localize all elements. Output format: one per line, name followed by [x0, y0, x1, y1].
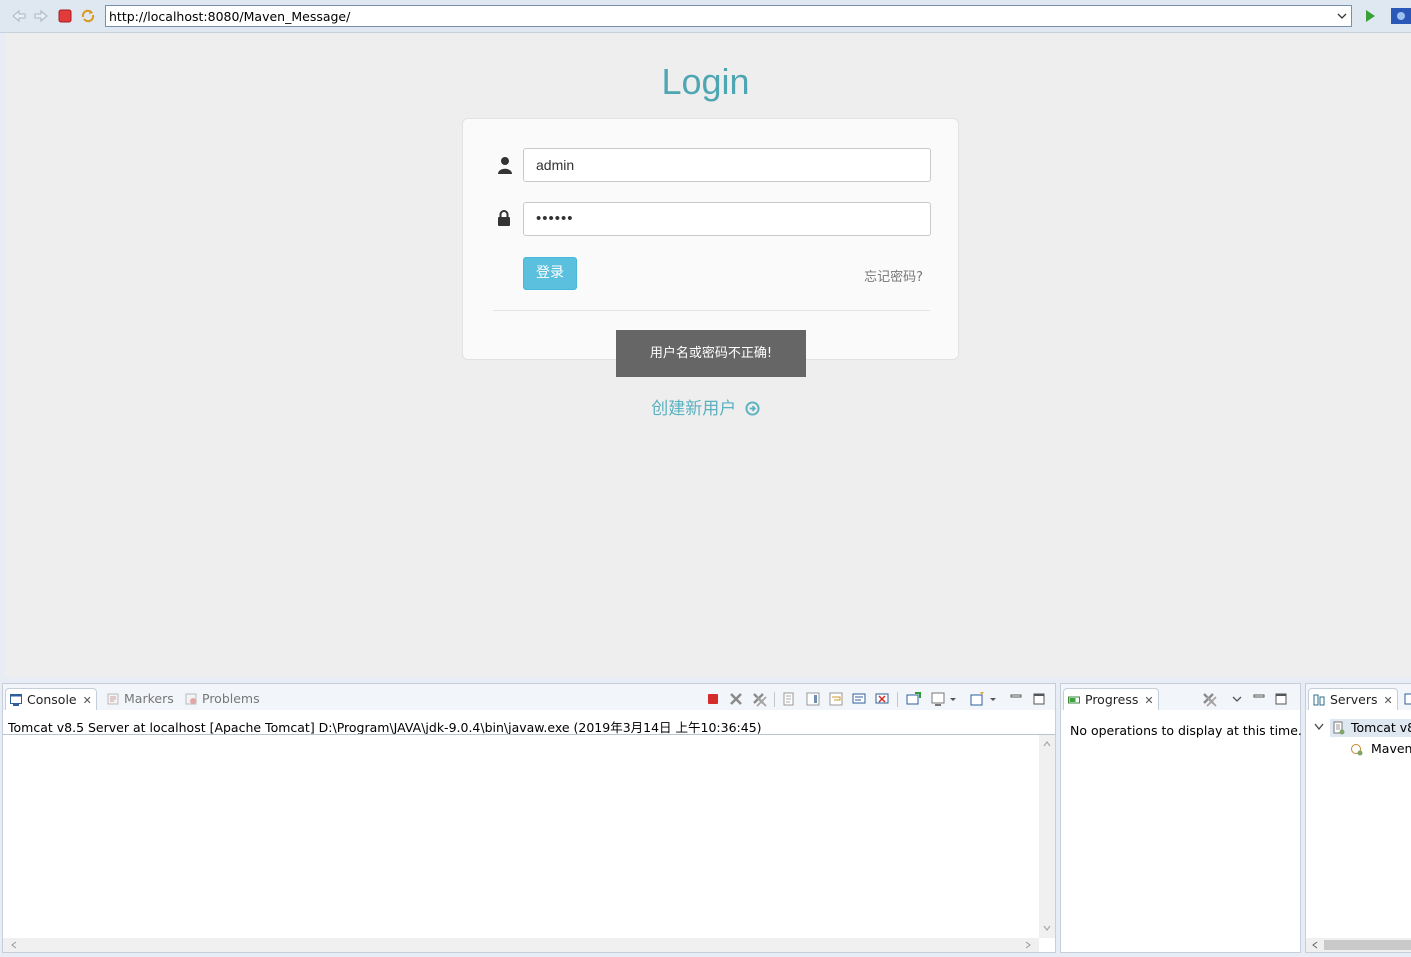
chevron-down-icon[interactable]: [1314, 723, 1324, 731]
console-divider: [3, 734, 1055, 735]
display-console-icon[interactable]: [930, 691, 946, 707]
refresh-icon[interactable]: [80, 8, 96, 24]
tab-console[interactable]: Console ✕: [5, 688, 97, 710]
terminate-icon[interactable]: [705, 691, 721, 707]
server-tree-item[interactable]: Tomcat v8: [1314, 719, 1411, 737]
tab-markers-label: Markers: [124, 691, 174, 706]
show-on-error-icon[interactable]: [874, 691, 890, 707]
go-icon[interactable]: [1362, 8, 1378, 24]
vertical-scrollbar[interactable]: [1039, 735, 1055, 938]
close-icon[interactable]: ✕: [83, 694, 92, 707]
word-wrap-icon[interactable]: [828, 691, 844, 707]
remove-all-finished-icon[interactable]: [1201, 691, 1217, 707]
toolbar-divider: [897, 692, 898, 707]
toolbar-divider: [774, 692, 775, 707]
login-button[interactable]: 登录: [523, 257, 577, 290]
progress-tabbar: Progress ✕: [1061, 684, 1300, 710]
login-title: Login: [661, 61, 750, 102]
console-icon: [10, 694, 22, 706]
url-field[interactable]: http://localhost:8080/Maven_Message/: [105, 5, 1352, 27]
module-label[interactable]: Maven_: [1371, 741, 1411, 756]
web-page: Login admin •••••• 登录 忘记密码? 用户名或密码不正确! 创…: [5, 33, 1411, 677]
minimize-icon[interactable]: [1008, 691, 1024, 707]
scroll-lock-icon[interactable]: [805, 691, 821, 707]
servers-panel: Servers ✕ Tomcat v8 Maven_: [1305, 683, 1411, 953]
scroll-thumb[interactable]: [1324, 940, 1411, 950]
scroll-left-icon[interactable]: [1312, 941, 1318, 949]
tab-progress[interactable]: Progress ✕: [1063, 688, 1159, 710]
close-icon[interactable]: ✕: [1144, 694, 1153, 707]
maximize-icon[interactable]: [1273, 691, 1289, 707]
user-icon: [498, 157, 512, 174]
tab-servers[interactable]: Servers ✕: [1308, 688, 1398, 710]
scroll-up-icon[interactable]: [1043, 741, 1051, 747]
card-divider: [493, 310, 930, 311]
tab-progress-label: Progress: [1085, 692, 1139, 707]
server-label[interactable]: Tomcat v8: [1351, 720, 1411, 735]
scroll-down-icon[interactable]: [1043, 925, 1051, 931]
chevron-down-icon[interactable]: [948, 691, 958, 707]
chevron-down-icon[interactable]: [988, 691, 998, 707]
servers-tabbar: Servers ✕: [1306, 684, 1411, 710]
console-panel: Console ✕ Markers Problems Tomcat v8.5 S…: [2, 683, 1056, 953]
maximize-icon[interactable]: [1031, 691, 1047, 707]
close-icon[interactable]: ✕: [1384, 694, 1393, 707]
module-tree-item[interactable]: Maven_: [1350, 740, 1411, 758]
password-field[interactable]: ••••••: [523, 202, 931, 236]
progress-icon: [1068, 696, 1080, 704]
console-tabbar: Console ✕ Markers Problems: [3, 684, 1055, 710]
remove-all-icon[interactable]: [751, 691, 767, 707]
pin-console-icon[interactable]: [905, 691, 921, 707]
servers-icon: [1313, 694, 1325, 706]
markers-icon: [107, 693, 119, 705]
remove-launch-icon[interactable]: [728, 691, 744, 707]
username-field[interactable]: admin: [523, 148, 931, 182]
forgot-password-link[interactable]: 忘记密码?: [864, 266, 923, 285]
horizontal-scrollbar[interactable]: [3, 938, 1039, 952]
create-user-link[interactable]: 创建新用户: [0, 394, 1411, 419]
lock-icon: [498, 210, 510, 226]
browser-toolbar: http://localhost:8080/Maven_Message/: [0, 0, 1411, 33]
module-icon: [1351, 744, 1363, 756]
tab-problems-label: Problems: [202, 691, 260, 706]
chevron-down-icon[interactable]: [1335, 8, 1349, 24]
browser-logo-icon: [1391, 8, 1411, 24]
tab-problems[interactable]: Problems: [185, 688, 260, 710]
arrow-circle-right-icon[interactable]: [745, 401, 760, 416]
scroll-right-icon[interactable]: [1025, 941, 1031, 949]
progress-message: No operations to display at this time.: [1070, 723, 1302, 738]
ide-bottom-area: Console ✕ Markers Problems Tomcat v8.5 S…: [0, 678, 1411, 957]
problems-icon: [185, 693, 197, 705]
tomcat-server-icon: [1333, 721, 1345, 735]
forward-arrow-icon[interactable]: [33, 8, 49, 24]
url-text[interactable]: http://localhost:8080/Maven_Message/: [109, 9, 350, 24]
stop-icon[interactable]: [57, 8, 73, 24]
overflow-tab-icon[interactable]: [1404, 691, 1411, 707]
open-console-icon[interactable]: [969, 691, 985, 707]
tab-markers[interactable]: Markers: [107, 688, 174, 710]
show-on-output-icon[interactable]: [851, 691, 867, 707]
error-toast: 用户名或密码不正确!: [616, 330, 806, 377]
horizontal-scrollbar[interactable]: [1306, 938, 1411, 952]
tab-servers-label: Servers: [1330, 692, 1378, 707]
minimize-icon[interactable]: [1251, 691, 1267, 707]
back-arrow-icon[interactable]: [11, 8, 27, 24]
login-card: admin •••••• 登录 忘记密码?: [462, 118, 959, 360]
progress-panel: Progress ✕ No operations to display at th…: [1060, 683, 1302, 953]
view-menu-icon[interactable]: [1231, 691, 1243, 707]
clear-console-icon[interactable]: [782, 691, 798, 707]
create-user-label[interactable]: 创建新用户: [651, 399, 736, 419]
tab-console-label: Console: [27, 692, 77, 707]
scroll-left-icon[interactable]: [11, 941, 17, 949]
